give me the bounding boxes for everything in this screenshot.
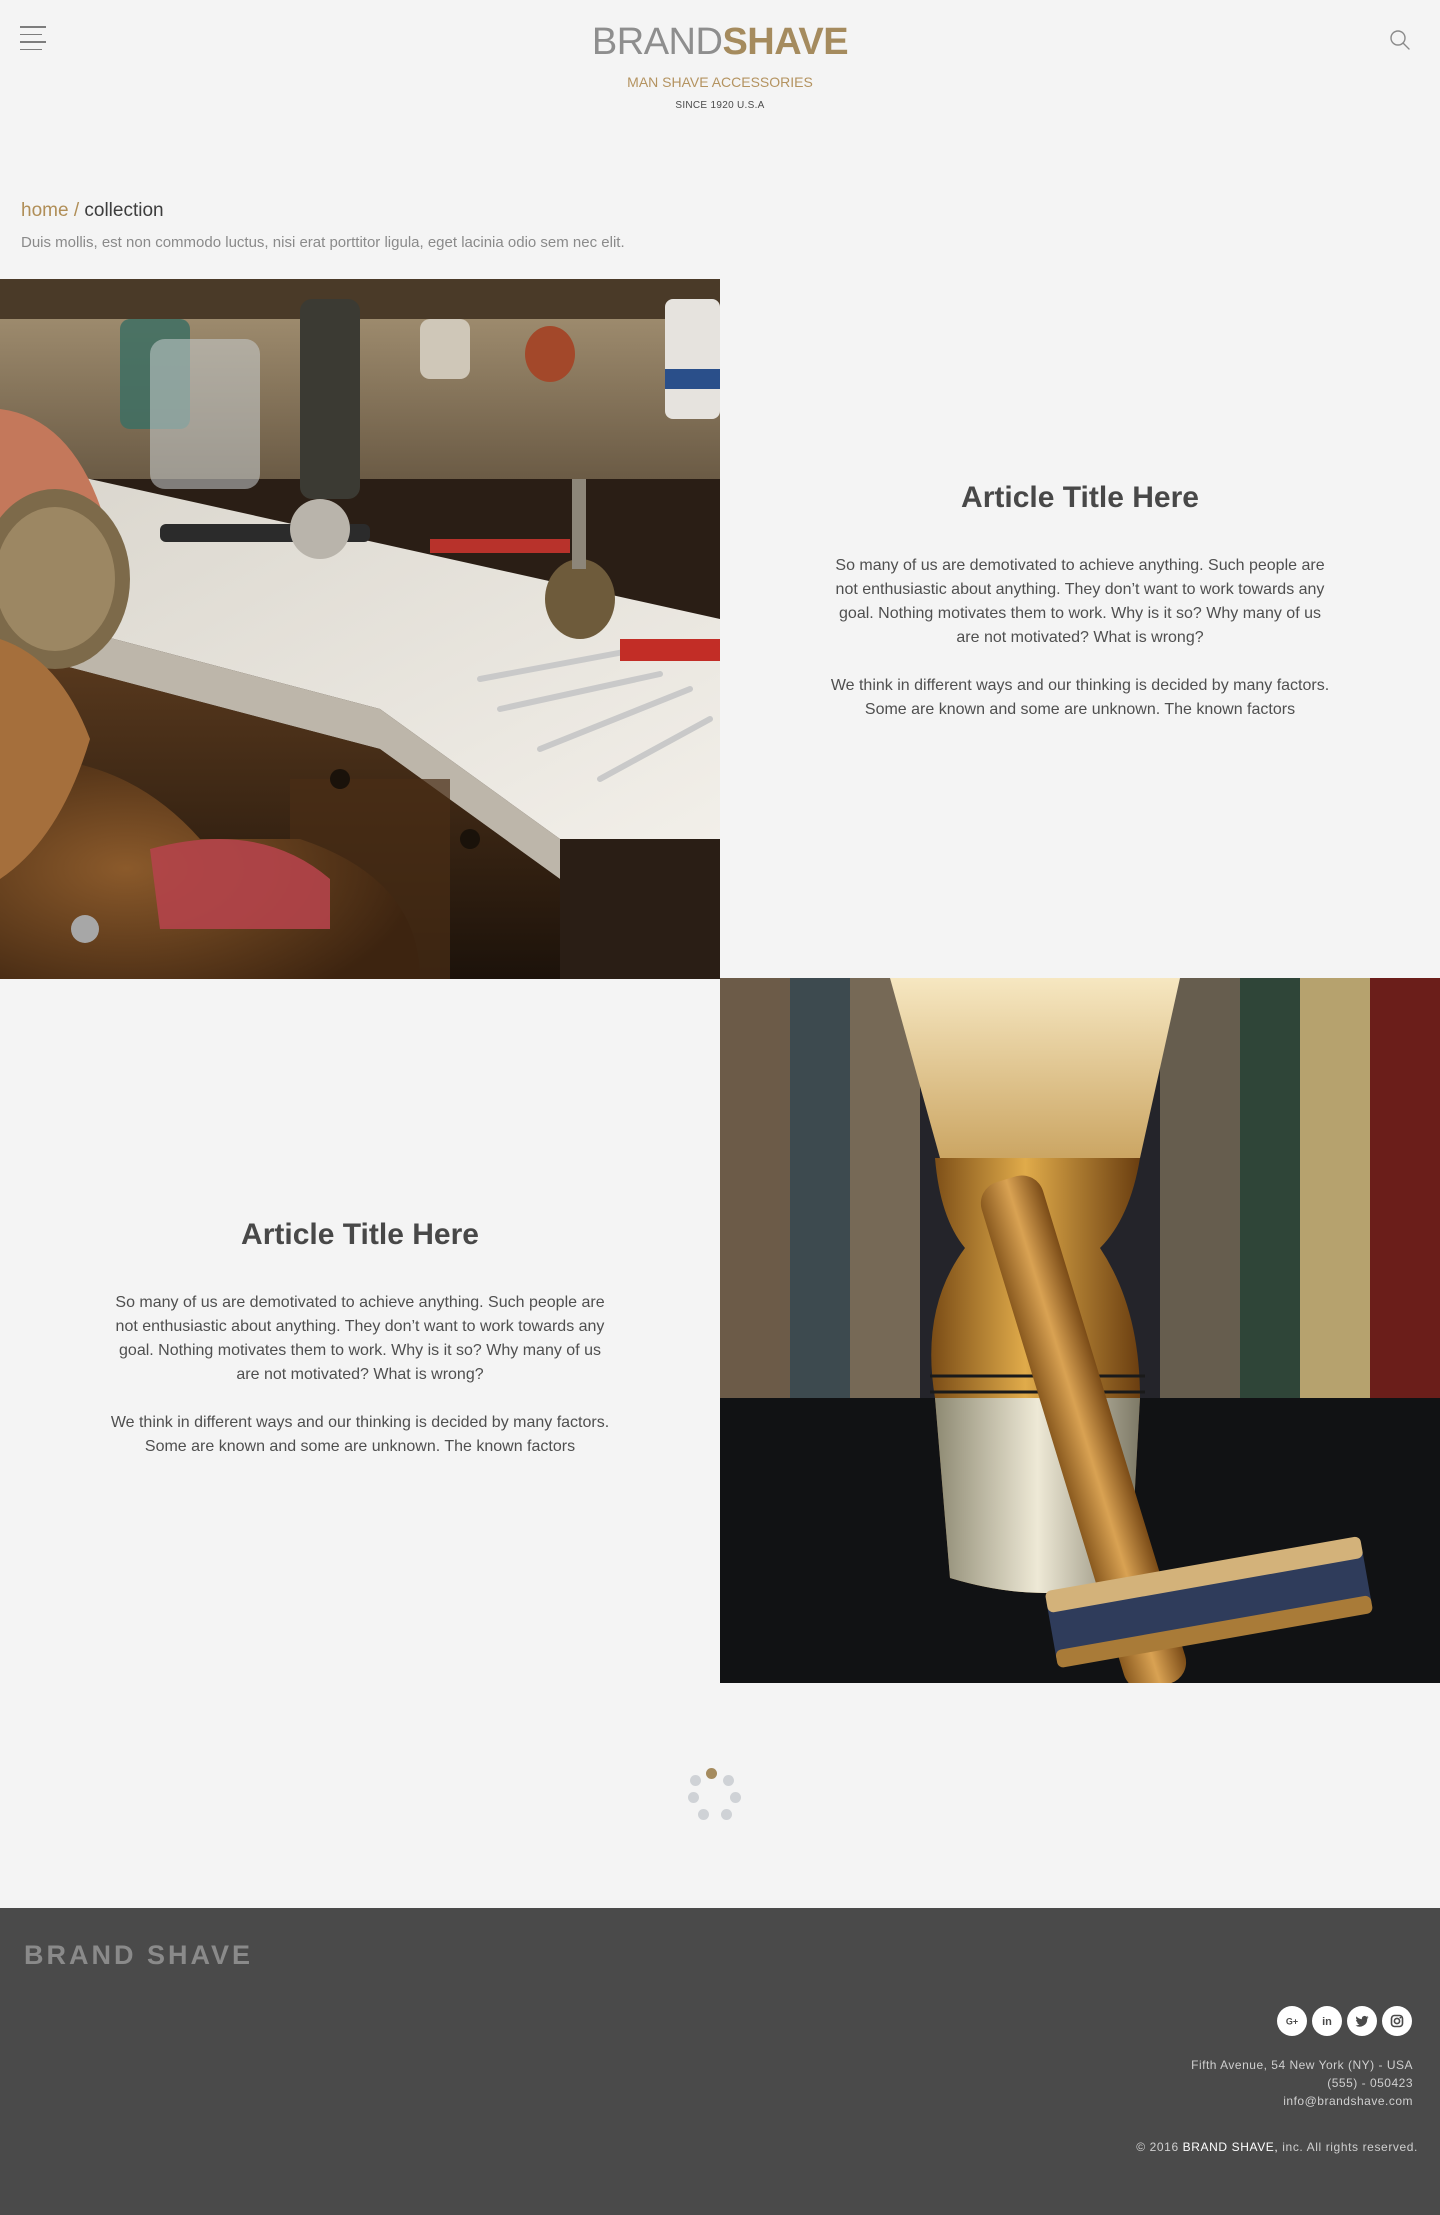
footer-brand: BRAND SHAVE xyxy=(24,1940,254,1970)
email-link[interactable]: info@brandshave.com xyxy=(1191,2092,1413,2110)
instagram-icon[interactable] xyxy=(1382,2006,1412,2036)
breadcrumb-current: collection xyxy=(84,200,164,221)
article-1-body: So many of us are demotivated to achieve… xyxy=(830,554,1330,722)
article-1-text: Article Title Here So many of us are dem… xyxy=(720,478,1440,746)
linkedin-icon[interactable]: in xyxy=(1312,2006,1342,2036)
page-subtitle: Duis mollis, est non commodo luctus, nis… xyxy=(21,234,625,251)
article-image-shaving-brush xyxy=(720,978,1440,1683)
article-2-text: Article Title Here So many of us are dem… xyxy=(0,1215,720,1483)
loader-dot xyxy=(706,1768,717,1779)
article-2-paragraph-1: So many of us are demotivated to achieve… xyxy=(115,1294,605,1383)
phone-number: (555) - 050423 xyxy=(1327,2076,1413,2090)
svg-text:G+: G+ xyxy=(1286,2017,1298,2027)
logo-shave-text: SHAVE xyxy=(722,21,849,63)
article-1-paragraph-1: So many of us are demotivated to achieve… xyxy=(835,557,1325,646)
social-links: G+ in xyxy=(1277,2006,1412,2036)
loader-dot xyxy=(721,1809,732,1820)
tagline: MAN SHAVE ACCESSORIES xyxy=(627,74,813,90)
article-image-barbershop xyxy=(0,279,720,979)
footer: BRAND SHAVE G+ in Fifth Avenue, 54 New Y… xyxy=(0,1908,1440,2215)
article-1-title: Article Title Here xyxy=(961,481,1199,514)
loading-spinner xyxy=(680,1765,744,1829)
search-icon[interactable] xyxy=(1388,28,1412,52)
copyright-suffix: inc. All rights reserved. xyxy=(1282,2140,1418,2154)
contact-info: Fifth Avenue, 54 New York (NY) - USA (55… xyxy=(1191,2056,1413,2110)
svg-text:in: in xyxy=(1322,2016,1332,2028)
copyright: © 2016 BRAND SHAVE, inc. All rights rese… xyxy=(1136,2140,1418,2154)
article-1-paragraph-2: We think in different ways and our think… xyxy=(830,677,1330,718)
breadcrumb-separator: / xyxy=(73,200,80,221)
logo-brand-text: BRAND xyxy=(591,21,723,63)
brand-logo[interactable]: BRANDSHAVE xyxy=(0,18,1440,66)
copyright-prefix: © 2016 xyxy=(1136,2140,1179,2154)
since-text: SINCE 1920 U.S.A xyxy=(675,100,765,111)
address-line: Fifth Avenue, 54 New York (NY) - USA xyxy=(1191,2058,1413,2072)
twitter-icon[interactable] xyxy=(1347,2006,1377,2036)
loader-dot xyxy=(723,1775,734,1786)
article-2-body: So many of us are demotivated to achieve… xyxy=(110,1291,610,1459)
copyright-brand: BRAND SHAVE, xyxy=(1182,2140,1279,2154)
loader-dot xyxy=(690,1775,701,1786)
article-2-title: Article Title Here xyxy=(241,1218,479,1251)
article-2-paragraph-2: We think in different ways and our think… xyxy=(110,1414,610,1455)
loader-dot xyxy=(688,1792,699,1803)
loader-dot xyxy=(730,1792,741,1803)
breadcrumb: home / collection xyxy=(21,200,164,222)
breadcrumb-home-link[interactable]: home xyxy=(21,200,69,221)
google-plus-icon[interactable]: G+ xyxy=(1277,2006,1307,2036)
loader-dot xyxy=(698,1809,709,1820)
